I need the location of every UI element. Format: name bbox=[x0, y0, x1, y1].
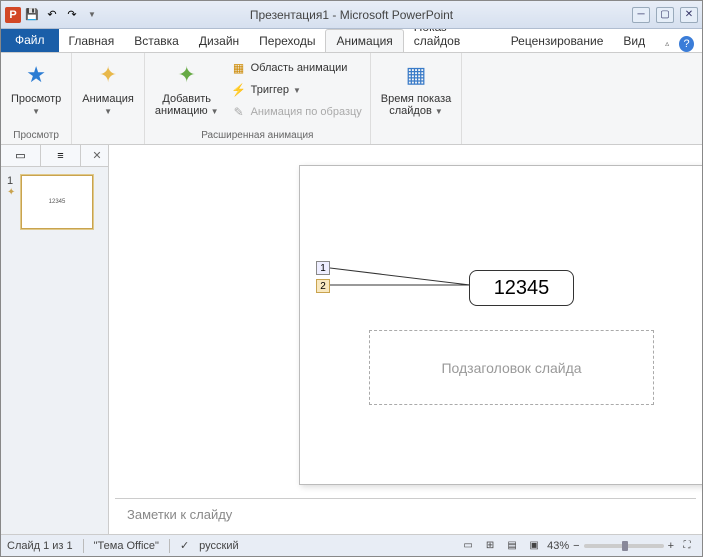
powerpoint-icon: P bbox=[5, 7, 21, 23]
undo-icon[interactable]: ↶ bbox=[43, 6, 61, 24]
normal-view-button[interactable]: ▭ bbox=[459, 538, 477, 554]
window-title: Презентация1 - Microsoft PowerPoint bbox=[250, 8, 453, 22]
slideshow-view-button[interactable]: ▣ bbox=[525, 538, 543, 554]
ribbon-tabs: Файл Главная Вставка Дизайн Переходы Ани… bbox=[1, 29, 702, 53]
thumbnail-tab-slides[interactable]: ▭ bbox=[1, 145, 41, 166]
thumbnail-list: 1 ✦ 12345 bbox=[1, 167, 108, 237]
zoom-thumb[interactable] bbox=[622, 541, 628, 551]
status-language[interactable]: русский bbox=[199, 540, 238, 552]
status-bar: Слайд 1 из 1 "Тема Office" ✓ русский ▭ ⊞… bbox=[1, 534, 702, 556]
animation-tag-2[interactable]: 2 bbox=[316, 279, 330, 293]
zoom-in-button[interactable]: + bbox=[668, 540, 674, 552]
spellcheck-icon[interactable]: ✓ bbox=[180, 539, 189, 552]
sorter-view-button[interactable]: ⊞ bbox=[481, 538, 499, 554]
tab-review[interactable]: Рецензирование bbox=[501, 30, 614, 52]
zoom-out-button[interactable]: − bbox=[573, 540, 579, 552]
add-animation-button[interactable]: ✦ Добавитьанимацию ▼ bbox=[151, 55, 223, 122]
quick-access-toolbar: P 💾 ↶ ↷ ▼ bbox=[1, 6, 101, 24]
work-area: ▭ ≡ ✕ 1 ✦ 12345 bbox=[1, 145, 702, 534]
save-icon[interactable]: 💾 bbox=[23, 6, 41, 24]
animation-gallery-button[interactable]: ✦ Анимация▼ bbox=[78, 55, 138, 122]
group-label-preview: Просмотр bbox=[7, 128, 65, 144]
preview-button[interactable]: ★ Просмотр▼ bbox=[7, 55, 65, 122]
slide-canvas[interactable]: 1 2 12345 Подзаголовок слайда bbox=[109, 145, 702, 498]
group-advanced-animation: ✦ Добавитьанимацию ▼ ▦ Область анимации … bbox=[145, 53, 371, 144]
file-tab[interactable]: Файл bbox=[1, 28, 59, 52]
group-timing: ▦ Время показаслайдов ▼ bbox=[371, 53, 462, 144]
group-preview: ★ Просмотр▼ Просмотр bbox=[1, 53, 72, 144]
thumbnail-item[interactable]: 1 ✦ 12345 bbox=[7, 175, 102, 229]
minimize-button[interactable]: ─ bbox=[632, 7, 650, 23]
thumbnail-tab-outline[interactable]: ≡ bbox=[41, 145, 81, 166]
thumbnail-number: 1 bbox=[7, 175, 17, 187]
pane-icon: ▦ bbox=[231, 60, 247, 76]
thumbnail-pane: ▭ ≡ ✕ 1 ✦ 12345 bbox=[1, 145, 109, 534]
fit-to-window-button[interactable]: ⛶ bbox=[678, 538, 696, 554]
group-animation: ✦ Анимация▼ bbox=[72, 53, 145, 144]
slide[interactable] bbox=[299, 165, 702, 485]
animation-icon: ✦ bbox=[92, 59, 124, 91]
slide-editor: 1 2 12345 Подзаголовок слайда Заметки к … bbox=[109, 145, 702, 534]
document-name: Презентация1 bbox=[250, 8, 329, 22]
close-button[interactable]: ✕ bbox=[680, 7, 698, 23]
subtitle-placeholder[interactable]: Подзаголовок слайда bbox=[369, 330, 654, 405]
tab-home[interactable]: Главная bbox=[59, 30, 125, 52]
title-bar: P 💾 ↶ ↷ ▼ Презентация1 - Microsoft Power… bbox=[1, 1, 702, 29]
redo-icon[interactable]: ↷ bbox=[63, 6, 81, 24]
trigger-button[interactable]: ⚡ Триггер ▼ bbox=[229, 81, 364, 99]
zoom-slider[interactable] bbox=[584, 544, 664, 548]
status-theme: "Тема Office" bbox=[94, 540, 159, 552]
reading-view-button[interactable]: ▤ bbox=[503, 538, 521, 554]
ribbon: ★ Просмотр▼ Просмотр ✦ Анимация▼ ✦ Добав… bbox=[1, 53, 702, 145]
add-animation-icon: ✦ bbox=[171, 59, 203, 91]
app-name: Microsoft PowerPoint bbox=[340, 8, 453, 22]
animation-tag-1[interactable]: 1 bbox=[316, 261, 330, 275]
app-window: P 💾 ↶ ↷ ▼ Презентация1 - Microsoft Power… bbox=[0, 0, 703, 557]
animation-pane-button[interactable]: ▦ Область анимации bbox=[229, 59, 364, 77]
tab-view[interactable]: Вид bbox=[613, 30, 655, 52]
status-zoom: 43% bbox=[547, 540, 569, 552]
ribbon-minimize-icon[interactable]: ▵ bbox=[655, 35, 679, 52]
tab-animation[interactable]: Анимация bbox=[325, 29, 403, 52]
status-slide-count: Слайд 1 из 1 bbox=[7, 540, 73, 552]
help-icon[interactable]: ? bbox=[679, 36, 694, 52]
tab-insert[interactable]: Вставка bbox=[124, 30, 189, 52]
title-textbox[interactable]: 12345 bbox=[469, 270, 574, 306]
timing-icon: ▦ bbox=[400, 59, 432, 91]
thumbnail-slide[interactable]: 12345 bbox=[21, 175, 93, 229]
painter-icon: ✎ bbox=[231, 104, 247, 120]
tab-transitions[interactable]: Переходы bbox=[249, 30, 325, 52]
lightning-icon: ⚡ bbox=[231, 82, 247, 98]
notes-pane[interactable]: Заметки к слайду bbox=[115, 498, 696, 534]
window-controls: ─ ▢ ✕ bbox=[632, 7, 698, 23]
qat-dropdown-icon[interactable]: ▼ bbox=[83, 6, 101, 24]
maximize-button[interactable]: ▢ bbox=[656, 7, 674, 23]
group-label-advanced: Расширенная анимация bbox=[151, 128, 364, 144]
star-play-icon: ★ bbox=[20, 59, 52, 91]
animation-indicator-icon: ✦ bbox=[7, 187, 17, 198]
thumbnail-close-icon[interactable]: ✕ bbox=[86, 145, 108, 166]
animation-connector bbox=[330, 263, 470, 293]
thumbnail-tabs: ▭ ≡ ✕ bbox=[1, 145, 108, 167]
animation-painter-button: ✎ Анимация по образцу bbox=[229, 103, 364, 121]
timing-button[interactable]: ▦ Время показаслайдов ▼ bbox=[377, 55, 455, 122]
tab-design[interactable]: Дизайн bbox=[189, 30, 249, 52]
